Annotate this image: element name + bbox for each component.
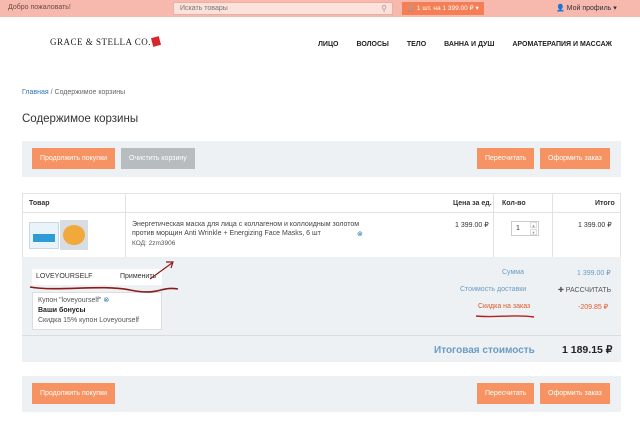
table-row: Энергетическая маска для лица с коллаген… bbox=[23, 213, 620, 263]
remove-item-icon[interactable]: ⊗ bbox=[357, 230, 363, 238]
search-icon[interactable]: ⚲ bbox=[381, 4, 387, 13]
logo-text: GRACE & STELLA CO. bbox=[50, 37, 152, 47]
nav-item-hair[interactable]: ВОЛОСЫ bbox=[356, 41, 388, 48]
sum-value: 1 399.00 ₽ bbox=[577, 270, 611, 277]
grand-total-label: Итоговая стоимость bbox=[434, 345, 535, 356]
nav-item-bath[interactable]: ВАННА И ДУШ bbox=[444, 41, 494, 48]
product-name-line2[interactable]: против морщин Anti Wrinkle + Energizing … bbox=[132, 230, 321, 237]
coupon-details: Купон "loveyourself" ⊗ Ваши бонусы Скидк… bbox=[32, 292, 162, 330]
col-total: Итого bbox=[595, 200, 615, 207]
recalculate-button[interactable]: Пересчитать bbox=[477, 148, 535, 169]
breadcrumb: Главная / Содержимое корзины bbox=[22, 89, 125, 96]
coupon-code-input[interactable]: LOVEYOURSELF bbox=[36, 273, 92, 280]
product-code: КОД: 2zm3906 bbox=[132, 240, 176, 247]
divider bbox=[125, 194, 126, 212]
search-input[interactable] bbox=[174, 3, 364, 14]
logo[interactable]: GRACE & STELLA CO. bbox=[50, 36, 162, 47]
nav-item-aroma[interactable]: АРОМАТЕРАПИЯ И МАССАЖ bbox=[512, 41, 612, 48]
coupon-field[interactable]: LOVEYOURSELF Применить bbox=[32, 269, 162, 285]
sum-label: Сумма bbox=[502, 269, 524, 276]
item-total: 1 399.00 ₽ bbox=[578, 222, 612, 229]
continue-shopping-button[interactable]: Продолжить покупки bbox=[32, 148, 116, 169]
product-thumbnail[interactable] bbox=[29, 222, 59, 249]
profile-label: Мой профиль ▾ bbox=[566, 5, 617, 12]
page-title: Содержимое корзины bbox=[22, 113, 139, 125]
discount-label: Скидка на заказ bbox=[478, 303, 531, 310]
bonus-title: Ваши бонусы bbox=[38, 307, 86, 314]
cart-table: Товар Цена за ед. Кол-во Итого Энергетич… bbox=[22, 193, 621, 263]
clear-cart-button[interactable]: Очистить корзину bbox=[121, 148, 195, 169]
quantity-up-icon[interactable]: ▲ bbox=[530, 222, 537, 228]
bonus-description: Скидка 15% купон Loveyourself bbox=[38, 317, 139, 324]
user-icon: 👤 bbox=[556, 5, 565, 12]
divider bbox=[552, 213, 553, 262]
checkout-button[interactable]: Оформить заказ bbox=[540, 148, 610, 169]
grand-total-value: 1 189.15 ₽ bbox=[562, 344, 613, 356]
top-action-bar: Продолжить покупки Очистить корзину Пере… bbox=[22, 141, 621, 177]
apply-coupon-button[interactable]: Применить bbox=[120, 273, 156, 280]
discount-value: -209.85 ₽ bbox=[578, 304, 609, 311]
bottom-action-bar: Продолжить покупки Пересчитать Оформить … bbox=[22, 376, 621, 412]
col-product: Товар bbox=[29, 200, 50, 207]
breadcrumb-separator: / bbox=[50, 89, 53, 96]
col-price: Цена за ед. bbox=[453, 200, 492, 207]
product-name-line1[interactable]: Энергетическая маска для лица с коллаген… bbox=[132, 221, 359, 228]
main-nav: ЛИЦО ВОЛОСЫ ТЕЛО ВАННА И ДУШ АРОМАТЕРАПИ… bbox=[318, 41, 628, 48]
search-box[interactable]: ⚲ bbox=[173, 2, 393, 15]
nav-item-body[interactable]: ТЕЛО bbox=[407, 41, 426, 48]
divider bbox=[552, 194, 553, 212]
breadcrumb-current: Содержимое корзины bbox=[54, 89, 126, 96]
remove-coupon-icon[interactable]: ⊗ bbox=[103, 297, 109, 304]
breadcrumb-home[interactable]: Главная bbox=[22, 89, 49, 96]
order-summary: LOVEYOURSELF Применить Купон "loveyourse… bbox=[22, 257, 621, 362]
cart-summary: 1 шт. на 1 399.00 ₽ ▾ bbox=[416, 5, 479, 12]
divider bbox=[22, 335, 621, 336]
quantity-down-icon[interactable]: ▼ bbox=[530, 229, 537, 235]
profile-menu[interactable]: 👤 Мой профиль ▾ bbox=[556, 4, 617, 12]
continue-shopping-button[interactable]: Продолжить покупки bbox=[32, 383, 116, 404]
divider bbox=[125, 213, 126, 262]
nav-item-face[interactable]: ЛИЦО bbox=[318, 41, 339, 48]
top-bar: Добро пожаловать! ⚲ 🛒 1 шт. на 1 399.00 … bbox=[0, 0, 640, 17]
cart-icon: 🛒 bbox=[407, 5, 416, 12]
divider bbox=[493, 194, 494, 212]
recalculate-button[interactable]: Пересчитать bbox=[477, 383, 535, 404]
applied-coupon: Купон "loveyourself" bbox=[38, 297, 102, 304]
item-price: 1 399.00 ₽ bbox=[455, 222, 489, 229]
product-thumbnail[interactable] bbox=[60, 220, 88, 250]
divider bbox=[493, 213, 494, 262]
shopping-bag-icon bbox=[150, 36, 162, 47]
calculate-shipping-button[interactable]: ✚ РАССЧИТАТЬ bbox=[558, 286, 611, 294]
welcome-text: Добро пожаловать! bbox=[8, 4, 71, 11]
table-header: Товар Цена за ед. Кол-во Итого bbox=[23, 194, 620, 213]
quantity-stepper[interactable]: 1 ▲ ▼ bbox=[511, 221, 539, 236]
cart-button[interactable]: 🛒 1 шт. на 1 399.00 ₽ ▾ bbox=[402, 2, 484, 15]
checkout-button[interactable]: Оформить заказ bbox=[540, 383, 610, 404]
shipping-label: Стоимость доставки bbox=[460, 286, 527, 293]
col-qty: Кол-во bbox=[502, 200, 526, 207]
quantity-value[interactable]: 1 bbox=[516, 225, 520, 232]
